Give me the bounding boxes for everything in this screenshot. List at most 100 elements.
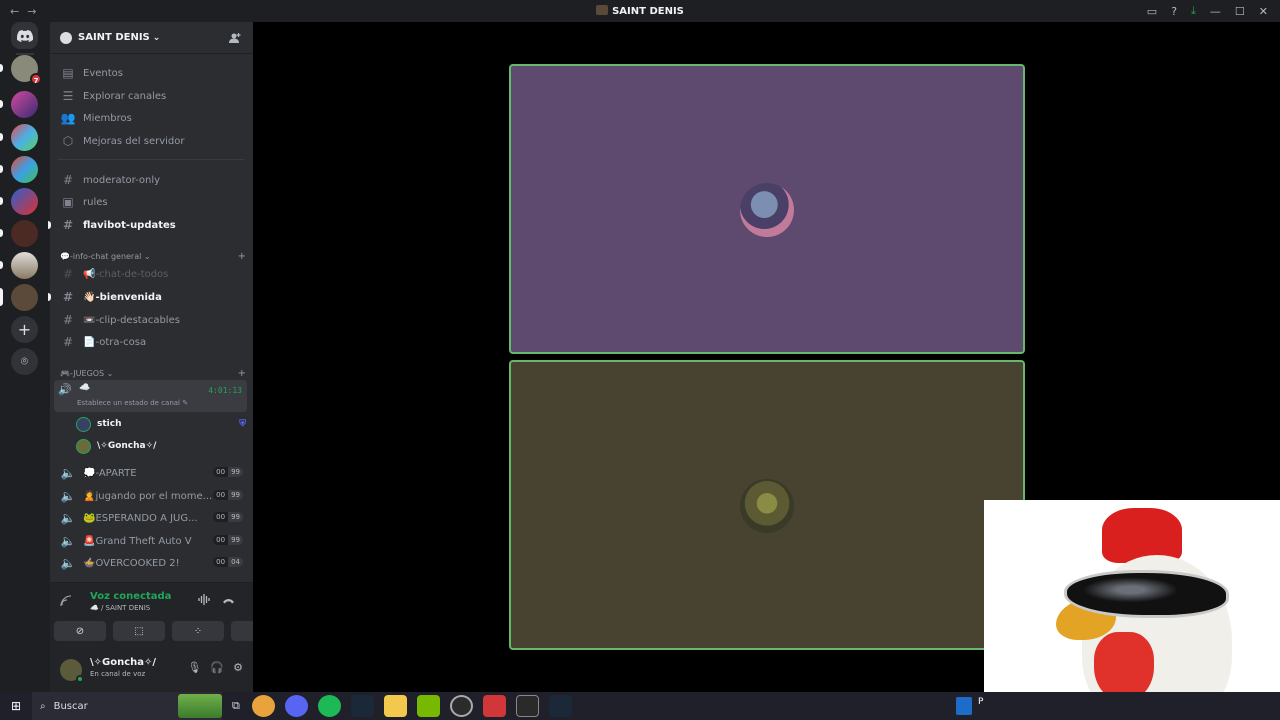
nav-events[interactable]: ▤ Eventos: [54, 62, 247, 84]
channel-clip-destacables[interactable]: # 📼-clip-destacables: [54, 309, 247, 331]
microphone-icon[interactable]: 🎙: [187, 661, 201, 674]
members-icon: 👥: [60, 111, 76, 125]
speaker-icon: 🔈: [60, 489, 76, 503]
title-bar: ← → SAINT DENIS ▭ ? ⤓ — ☐ ✕: [0, 0, 1280, 22]
channel-bienvenida[interactable]: # 👋🏻-bienvenida: [48, 286, 247, 308]
server-icon-2[interactable]: [0, 91, 38, 118]
server-icon-3[interactable]: [0, 124, 38, 151]
create-channel-icon[interactable]: +: [238, 368, 246, 379]
online-status-dot: [76, 675, 84, 683]
channel-rules[interactable]: ▣ rules: [54, 191, 247, 213]
discord-logo-icon: [16, 29, 33, 42]
windows-start-icon[interactable]: ⊞: [0, 699, 32, 713]
screen-share-button[interactable]: ⬚: [113, 621, 165, 641]
voice-channel-jugando[interactable]: 🔈 🙎jugando por el mome... 00 99: [54, 485, 247, 507]
category-label: 🎮-JUEGOS ⌄: [60, 369, 114, 378]
voice-connected-status[interactable]: Voz conectada: [90, 591, 171, 602]
headset-icon[interactable]: 🎧: [210, 661, 224, 674]
nav-members[interactable]: 👥 Miembros: [54, 107, 247, 129]
voice-connected-location[interactable]: ☁️ / SAINT DENIS: [90, 604, 150, 612]
person-add-icon[interactable]: [229, 32, 243, 44]
participant-tile-stich[interactable]: [509, 64, 1025, 354]
maximize-button[interactable]: ☐: [1235, 5, 1245, 18]
channel-otra-cosa[interactable]: # 📄-otra-cosa: [54, 331, 247, 353]
server-icon-1[interactable]: 7: [0, 55, 42, 85]
task-view-icon[interactable]: ⧉: [232, 699, 240, 713]
server-icon-4[interactable]: [0, 156, 38, 183]
chrome-icon[interactable]: [251, 695, 275, 717]
voice-user-stich[interactable]: stich ⛨: [76, 414, 246, 434]
tray: P: [956, 697, 983, 715]
voice-user-goncha[interactable]: \✧Goncha✧/: [76, 436, 246, 456]
photoshop-icon[interactable]: [956, 697, 972, 715]
voice-channel-aparte[interactable]: 🔈 💭-APARTE 00 99: [54, 462, 247, 484]
channel-label: 📼-clip-destacables: [83, 314, 180, 326]
create-channel-icon[interactable]: +: [238, 251, 246, 262]
server-header[interactable]: SAINT DENIS ⌄: [50, 22, 253, 54]
steam-2-icon[interactable]: [548, 695, 572, 717]
channel-moderator-only[interactable]: # moderator-only: [54, 169, 247, 191]
taskbar-apps: [251, 695, 572, 717]
epic-games-icon[interactable]: [515, 695, 539, 717]
voice-channel-overcooked[interactable]: 🔈 🍲OVERCOOKED 2! 00 04: [54, 552, 247, 574]
count-current: 00: [213, 467, 229, 477]
camera-off-button[interactable]: ⊘: [54, 621, 106, 641]
inbox-icon[interactable]: ▭: [1147, 5, 1157, 18]
user-count: 00 99: [213, 467, 243, 477]
nvidia-icon[interactable]: [416, 695, 440, 717]
taskbar-search[interactable]: ⌕ Buscar: [32, 692, 222, 720]
disconnect-icon[interactable]: [222, 594, 235, 607]
user-panel: \✧Goncha✧/ En canal de voz 🎙 🎧 ⚙: [50, 646, 253, 692]
unread-indicator: [48, 293, 51, 301]
voice-channel-gta[interactable]: 🔈 🚨Grand Theft Auto V 00 99: [54, 530, 247, 552]
participant-tile-goncha[interactable]: [509, 360, 1025, 650]
voice-connection-panel: Voz conectada ☁️ / SAINT DENIS ⊘ ⬚ ⁘ ♫: [50, 582, 283, 646]
nav-label: Miembros: [83, 112, 132, 124]
search-placeholder: Buscar: [53, 700, 88, 712]
window-title-text: SAINT DENIS: [612, 6, 684, 17]
forward-arrow-icon[interactable]: →: [27, 5, 36, 18]
activities-button[interactable]: ⁘: [172, 621, 224, 641]
obs-icon[interactable]: [449, 695, 473, 717]
download-icon[interactable]: ⤓: [1191, 4, 1196, 18]
channel-flavibot-updates[interactable]: # flavibot-updates: [48, 214, 247, 236]
voice-user-name: \✧Goncha✧/: [97, 441, 157, 451]
minimize-button[interactable]: —: [1210, 5, 1221, 18]
category-info-chat[interactable]: 💬-info-chat general ⌄ +: [60, 251, 246, 262]
category-label: 💬-info-chat general ⌄: [60, 252, 151, 261]
channel-chat-de-todos[interactable]: # 📢-chat-de-todos: [54, 263, 247, 285]
set-channel-status[interactable]: Establece un estado de canal ✎: [77, 399, 188, 407]
channel-label: 🙎jugando por el mome...: [83, 490, 213, 502]
file-explorer-icon[interactable]: [383, 695, 407, 717]
voice-channel-active[interactable]: 🔊 ☁️ 4:01:13 Establece un estado de cana…: [54, 380, 247, 412]
steam-icon[interactable]: [350, 695, 374, 717]
add-server-button[interactable]: +: [11, 316, 38, 343]
hashtag-icon: #: [62, 335, 74, 349]
user-avatar[interactable]: [60, 659, 84, 683]
discord-home-button[interactable]: [11, 22, 38, 49]
spotify-icon[interactable]: [317, 695, 341, 717]
signal-icon[interactable]: [60, 595, 72, 610]
server-icon-saint-denis[interactable]: [0, 284, 38, 311]
help-icon[interactable]: ?: [1171, 5, 1177, 18]
voice-timer: 4:01:13: [208, 386, 242, 395]
channel-label: 🍲OVERCOOKED 2!: [83, 557, 180, 569]
server-icon-5[interactable]: [0, 188, 38, 215]
screen-share-icon: ⬚: [134, 625, 144, 637]
nav-server-boosts[interactable]: ⬡ Mejoras del servidor: [54, 130, 247, 152]
rules-icon: ▣: [62, 195, 74, 209]
noise-suppression-icon[interactable]: [198, 594, 211, 608]
category-juegos[interactable]: 🎮-JUEGOS ⌄ +: [60, 368, 246, 379]
gear-icon[interactable]: ⚙: [233, 661, 243, 674]
server-icon-6[interactable]: [0, 220, 38, 247]
discover-button[interactable]: ⌾: [11, 348, 38, 375]
valorant-icon[interactable]: [482, 695, 506, 717]
chevron-down-icon: ⌄: [152, 32, 161, 43]
discord-icon[interactable]: [284, 695, 308, 717]
close-button[interactable]: ✕: [1259, 5, 1268, 18]
back-arrow-icon[interactable]: ←: [10, 5, 19, 18]
nav-browse-channels[interactable]: ☰ Explorar canales: [54, 85, 247, 107]
server-icon-7[interactable]: [0, 252, 38, 279]
voice-channel-esperando[interactable]: 🔈 🐸ESPERANDO A JUG... 00 99: [54, 507, 247, 529]
user-name[interactable]: \✧Goncha✧/: [90, 657, 156, 668]
